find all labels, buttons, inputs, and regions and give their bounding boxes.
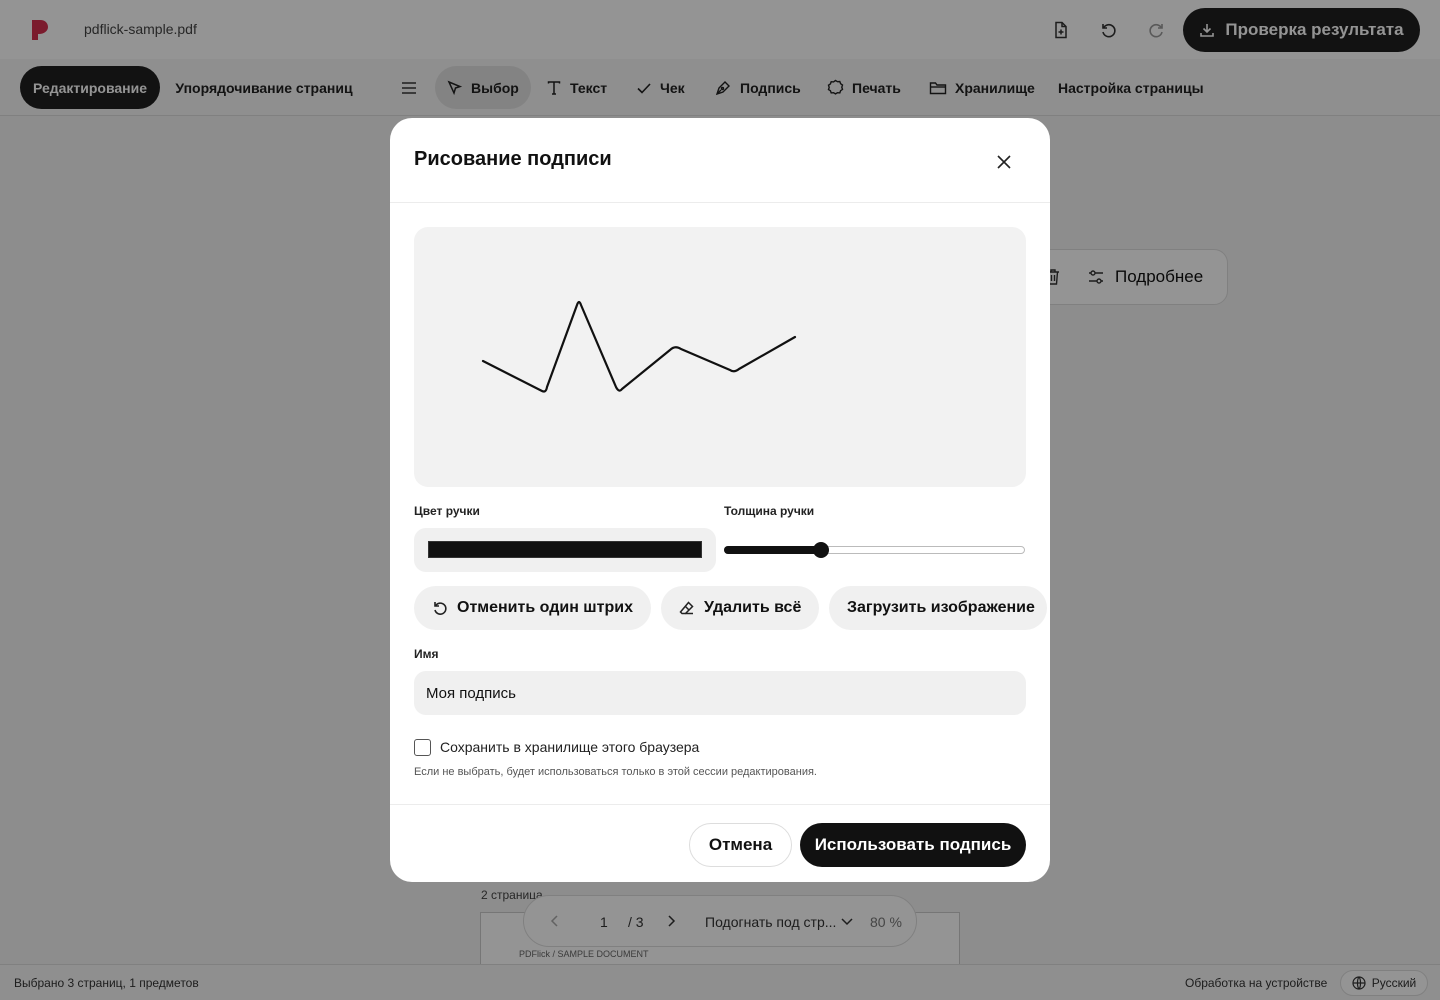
undo-stroke-button[interactable]: Отменить один штрих [414, 586, 651, 630]
rotate-left-icon [434, 602, 447, 615]
pen-width-slider[interactable] [724, 540, 1026, 560]
pen-width-label: Толщина ручки [724, 504, 815, 518]
dialog-header: Рисование подписи [390, 118, 1050, 203]
dialog-footer: Отмена Использовать подпись [390, 804, 1050, 882]
pen-color-label: Цвет ручки [414, 504, 480, 518]
pen-color-picker[interactable] [414, 528, 716, 572]
signature-name-input[interactable] [414, 671, 1026, 715]
eraser-icon [679, 601, 694, 615]
save-to-browser-label[interactable]: Сохранить в хранилище этого браузера [440, 739, 699, 755]
signature-canvas[interactable] [414, 227, 1026, 487]
close-button[interactable] [990, 148, 1018, 176]
signature-draw-dialog: Рисование подписи Цвет ручки Толщина руч… [390, 118, 1050, 882]
clear-all-button[interactable]: Удалить всё [661, 586, 820, 630]
close-icon [997, 155, 1011, 169]
save-hint-text: Если не выбрать, будет использоваться то… [414, 766, 817, 778]
clear-all-label: Удалить всё [704, 599, 802, 616]
dialog-title: Рисование подписи [414, 148, 612, 170]
signature-stroke [481, 300, 797, 393]
pen-color-swatch [428, 541, 702, 558]
save-to-browser-checkbox[interactable] [414, 739, 431, 756]
undo-stroke-label: Отменить один штрих [457, 599, 633, 616]
upload-image-button[interactable]: Загрузить изображение [829, 586, 1047, 630]
name-label: Имя [414, 647, 439, 661]
cancel-button[interactable]: Отмена [689, 823, 792, 867]
use-signature-button[interactable]: Использовать подпись [800, 823, 1026, 867]
slider-thumb[interactable] [812, 542, 829, 558]
upload-image-label: Загрузить изображение [847, 599, 1035, 616]
slider-fill [724, 546, 821, 554]
